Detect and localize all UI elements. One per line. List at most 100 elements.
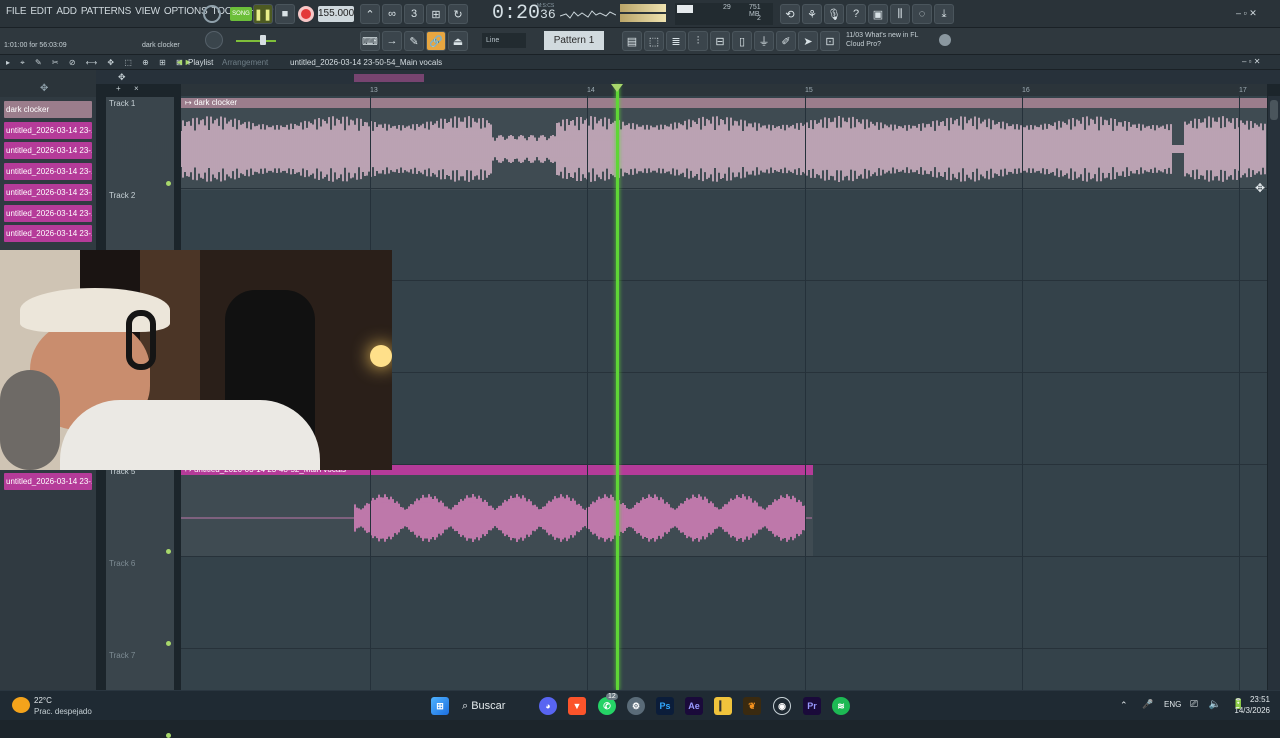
master-volume-slider[interactable]: [236, 40, 276, 42]
master-volume-knob[interactable]: [203, 5, 221, 23]
mixer-icon[interactable]: ⫼: [890, 4, 910, 24]
obs-icon[interactable]: ◉: [773, 697, 791, 715]
remove-track-icon[interactable]: ×: [134, 84, 139, 93]
audio-clip-dark-clocker[interactable]: ↦ dark clocker: [181, 98, 1267, 190]
settings-icon[interactable]: ⚙: [627, 697, 645, 715]
voices-value: 2: [757, 15, 761, 22]
vertical-scrollbar[interactable]: [1268, 96, 1280, 690]
windows-start-icon[interactable]: ⊞: [431, 697, 449, 715]
picker-item[interactable]: untitled_2026-03-14 23-...: [4, 225, 92, 243]
search-button[interactable]: ⌕ Buscar: [462, 696, 526, 716]
grid-row-line: [181, 648, 1267, 649]
mixer-window-icon[interactable]: ⫶: [688, 31, 708, 51]
playlist-tools[interactable]: ▸ ⌖ ✎ ✂ ⊘ ⟷ ✥ ⬚ ⊕ ⊞ ⊠: [6, 58, 187, 68]
picker-item[interactable]: untitled_2026-03-14 23-...: [4, 163, 92, 181]
channel-rack-icon[interactable]: ⬚: [644, 31, 664, 51]
playlist-icon[interactable]: ▤: [622, 31, 642, 51]
photoshop-icon[interactable]: Ps: [656, 697, 674, 715]
weather-icon[interactable]: [12, 697, 30, 713]
play-button[interactable]: ❚❚: [253, 4, 273, 24]
tray-chevron-icon[interactable]: ⌃: [1120, 700, 1128, 711]
add-track-icon[interactable]: +: [116, 84, 121, 93]
after-effects-icon[interactable]: Ae: [685, 697, 703, 715]
microphone-icon[interactable]: 🎙: [824, 4, 844, 24]
picker-move-icon[interactable]: ✥: [40, 83, 48, 94]
menu-edit[interactable]: EDIT: [28, 6, 54, 17]
audio-clip-main-vocals[interactable]: ↦ untitled_2026-03-14 23-48-52_Main voca…: [181, 465, 813, 557]
track-label[interactable]: Track 2: [109, 191, 135, 200]
help-icon[interactable]: ?: [846, 4, 866, 24]
piano-roll-icon[interactable]: ≣: [666, 31, 686, 51]
brave-icon[interactable]: ▼: [568, 697, 586, 715]
brush-icon[interactable]: ✐: [776, 31, 796, 51]
discord-icon[interactable]: ◕: [539, 697, 557, 715]
spotify-icon[interactable]: ≋: [832, 697, 850, 715]
tempo-display[interactable]: 155.000: [318, 6, 354, 22]
basket-icon[interactable]: ⊡: [820, 31, 840, 51]
metronome-icon[interactable]: ⌃: [360, 4, 380, 24]
waveform-vocals: [181, 494, 812, 542]
pencil-icon[interactable]: ✎: [404, 31, 424, 51]
plug-icon[interactable]: ⏚: [754, 31, 774, 51]
cursor-icon[interactable]: ➤: [798, 31, 818, 51]
pattern-select[interactable]: Pattern 1: [544, 31, 604, 50]
arrow-icon[interactable]: →: [382, 31, 402, 51]
app-icon[interactable]: ▎: [714, 697, 732, 715]
picker-item[interactable]: untitled_2026-03-14 23-...: [4, 473, 92, 490]
premiere-icon[interactable]: Pr: [803, 697, 821, 715]
window-controls[interactable]: ‒ ▫ ✕: [1236, 8, 1257, 19]
browser-icon[interactable]: ⊟: [710, 31, 730, 51]
record-button[interactable]: [298, 6, 314, 22]
step-edit-icon[interactable]: ⊞: [426, 4, 446, 24]
wait-input-icon[interactable]: ∞: [382, 4, 402, 24]
save-icon[interactable]: ▣: [868, 4, 888, 24]
track-mute-dot[interactable]: [166, 733, 171, 738]
picker-item[interactable]: untitled_2026-03-14 23-...: [4, 142, 92, 160]
track-label[interactable]: Track 1: [109, 99, 135, 108]
link-icon[interactable]: 🔗: [426, 31, 446, 51]
download-icon[interactable]: ⤓: [934, 4, 954, 24]
picker-item[interactable]: untitled_2026-03-14 23-...: [4, 204, 92, 222]
zoom-icon[interactable]: ✥: [118, 72, 126, 83]
playhead-arrow-icon[interactable]: [611, 84, 623, 92]
song-mode-button[interactable]: SONG: [230, 7, 252, 21]
language-indicator[interactable]: ENG: [1164, 700, 1181, 709]
picker-item[interactable]: untitled_2026-03-14 23-...: [4, 183, 92, 201]
news-gear-icon[interactable]: [939, 34, 951, 46]
playlist-window-controls[interactable]: ‒ ▫ ✕: [1242, 57, 1260, 66]
chat-icon[interactable]: ◌: [912, 4, 932, 24]
slider-handle[interactable]: [260, 35, 266, 45]
loop-record-icon[interactable]: ↻: [448, 4, 468, 24]
clock-time[interactable]: 23:51: [1238, 695, 1270, 704]
track-mute-dot[interactable]: [166, 181, 171, 186]
playhead-marker[interactable]: [616, 84, 619, 690]
master-pitch-knob[interactable]: [205, 31, 223, 49]
countdown-icon[interactable]: 3: [404, 4, 424, 24]
clock-date[interactable]: 14/3/2026: [1222, 706, 1270, 715]
stamp-icon[interactable]: ⏏: [448, 31, 468, 51]
vertical-scroll-thumb[interactable]: [1270, 100, 1278, 120]
typing-keyboard-icon[interactable]: ⌨: [360, 31, 380, 51]
tray-mic-icon[interactable]: 🎤: [1142, 699, 1153, 710]
snap-select[interactable]: Line: [482, 33, 526, 48]
track-label[interactable]: Track 7: [109, 651, 135, 660]
track-mute-dot[interactable]: [166, 549, 171, 554]
timeline-ruler[interactable]: 13 14 15 16 17: [181, 84, 1267, 96]
horizontal-scrollbar-thumb[interactable]: [354, 74, 424, 82]
picker-item[interactable]: untitled_2026-03-14 23-...: [4, 121, 92, 139]
menu-view[interactable]: VIEW: [133, 6, 162, 17]
undo-icon[interactable]: ⟲: [780, 4, 800, 24]
menu-file[interactable]: FILE: [4, 6, 28, 17]
news-panel[interactable]: 11/03 What's new in FL Cloud Pro?: [846, 31, 936, 49]
stop-button[interactable]: ■: [275, 4, 295, 24]
menu-add[interactable]: ADD: [54, 6, 79, 17]
fl-studio-icon[interactable]: ❦: [743, 697, 761, 715]
track-mute-dot[interactable]: [166, 641, 171, 646]
picker-item[interactable]: dark clocker: [4, 101, 92, 118]
file-icon[interactable]: ▯: [732, 31, 752, 51]
grid-bar-line: [587, 96, 588, 690]
search-label: Buscar: [471, 700, 506, 712]
plugin-icon[interactable]: ⚘: [802, 4, 822, 24]
menu-patterns[interactable]: PATTERNS: [79, 6, 133, 17]
track-label[interactable]: Track 6: [109, 559, 135, 568]
